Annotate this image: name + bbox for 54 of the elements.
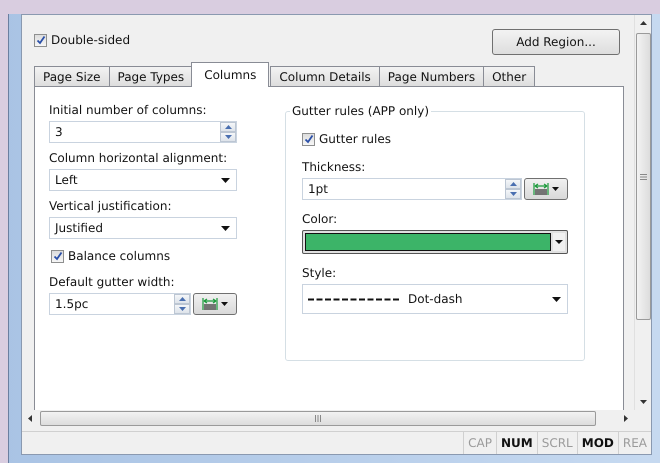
spin-buttons[interactable] (505, 179, 521, 199)
scroll-up-icon (640, 21, 646, 25)
caret-icon (555, 240, 563, 244)
tab[interactable]: Other (483, 66, 536, 87)
group-title: Gutter rules (APP only) (290, 104, 432, 118)
dropdown[interactable]: Justified (49, 217, 237, 239)
grip-icon (640, 174, 646, 180)
field-label: Color: (302, 212, 338, 226)
tab[interactable]: Page Types (108, 66, 194, 87)
caret-icon (552, 187, 559, 191)
unit-dropdown-button[interactable] (524, 178, 568, 200)
status-indicator: MOD (576, 432, 618, 454)
status-indicator: CAP (463, 432, 496, 454)
dropdown[interactable]: Left (49, 169, 237, 191)
field-label: Style: (302, 266, 338, 280)
scroll-left-icon (28, 415, 32, 422)
scroll-right-icon (624, 415, 628, 422)
gutter-width-icon (202, 297, 218, 311)
field-label: Initial number of columns: (49, 103, 208, 117)
measure-field[interactable]: 1.5pc (49, 293, 191, 315)
caret-icon (552, 296, 561, 302)
caret-icon (221, 178, 230, 182)
tab[interactable]: Page Numbers (378, 66, 484, 87)
caret-icon (221, 302, 228, 306)
checkbox[interactable] (51, 250, 64, 262)
caret-icon (221, 226, 230, 230)
checkbox-label[interactable]: Balance columns (68, 249, 170, 263)
tab[interactable]: Page Size (34, 66, 110, 87)
line-style-dropdown[interactable]: Dot-dash (302, 284, 568, 314)
measure-field[interactable]: 1pt (302, 178, 522, 200)
number-field[interactable]: 3 (49, 121, 237, 143)
tab[interactable]: Column Details (270, 66, 380, 87)
add-region-button[interactable]: Add Region... (492, 29, 620, 55)
field-label: Vertical justification: (49, 199, 173, 213)
grip-icon (315, 415, 321, 422)
gutter-width-icon (533, 182, 549, 196)
dash-line-icon (308, 298, 400, 300)
field-label: Thickness: (302, 160, 366, 174)
checkbox[interactable] (34, 34, 47, 46)
tab[interactable]: Columns (191, 62, 270, 87)
spin-buttons[interactable] (220, 122, 236, 142)
color-dropdown[interactable] (302, 230, 568, 254)
checkbox[interactable] (302, 132, 315, 146)
checkbox-label[interactable]: Gutter rules (319, 132, 391, 146)
vertical-scrollbar[interactable] (634, 15, 651, 410)
spin-buttons[interactable] (174, 294, 190, 314)
unit-dropdown-button[interactable] (193, 293, 237, 315)
status-indicator: REA (618, 432, 651, 454)
checkbox-label[interactable]: Double-sided (51, 33, 130, 47)
field-label: Default gutter width: (49, 275, 176, 289)
scroll-down-icon (640, 400, 646, 404)
status-indicator: NUM (496, 432, 537, 454)
field-label: Column horizontal alignment: (49, 151, 228, 165)
status-indicator: SCRL (536, 432, 577, 454)
